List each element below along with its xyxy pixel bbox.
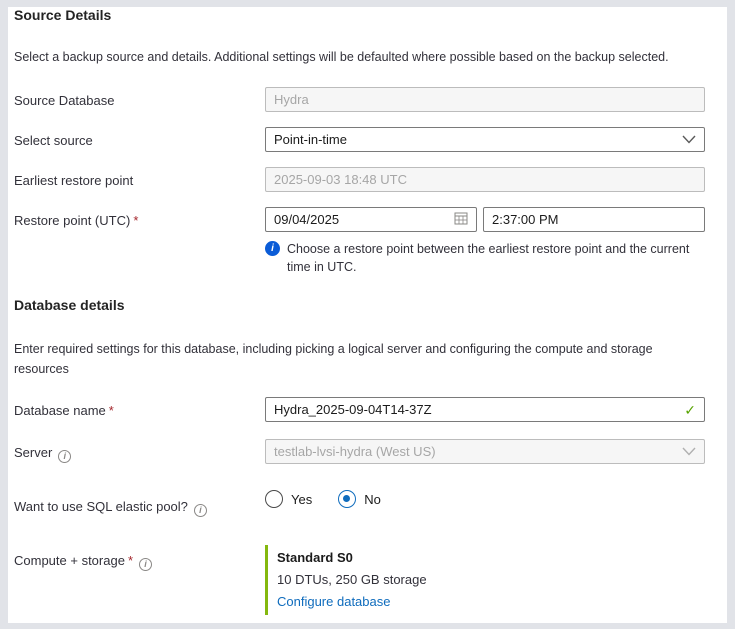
required-asterisk: *	[128, 553, 133, 568]
server-dropdown: testlab-lvsi-hydra (West US)	[265, 439, 705, 464]
database-name-label: Database name*	[14, 403, 114, 418]
chevron-down-icon	[682, 447, 696, 456]
elastic-pool-radio-group: Yes No	[265, 490, 381, 508]
source-database-label: Source Database	[14, 93, 114, 108]
info-icon[interactable]: i	[139, 558, 152, 571]
source-database-field	[265, 87, 705, 112]
info-icon[interactable]: i	[194, 504, 207, 517]
server-label: Serveri	[14, 445, 71, 463]
database-name-input[interactable]	[274, 402, 696, 417]
server-value: testlab-lvsi-hydra (West US)	[274, 444, 436, 459]
elastic-pool-yes-option[interactable]: Yes	[265, 490, 312, 508]
chevron-down-icon	[682, 135, 696, 144]
select-source-value: Point-in-time	[274, 132, 347, 147]
database-details-description: Enter required settings for this databas…	[14, 339, 694, 379]
restore-form-panel: Source Details Select a backup source an…	[8, 7, 727, 623]
restore-date-field[interactable]	[265, 207, 477, 232]
source-database-input	[274, 92, 696, 107]
calendar-icon[interactable]	[454, 211, 468, 228]
restore-time-input[interactable]	[492, 212, 696, 227]
required-asterisk: *	[109, 403, 114, 418]
restore-date-input[interactable]	[274, 212, 454, 227]
compute-spec: 10 DTUs, 250 GB storage	[277, 569, 427, 591]
compute-tier: Standard S0	[277, 547, 427, 569]
elastic-pool-yes-label: Yes	[291, 492, 312, 507]
earliest-restore-point-label: Earliest restore point	[14, 173, 133, 188]
section-heading-source-details: Source Details	[14, 7, 111, 23]
restore-point-info-note: i Choose a restore point between the ear…	[265, 240, 705, 276]
restore-point-label: Restore point (UTC)*	[14, 213, 138, 228]
required-asterisk: *	[133, 213, 138, 228]
source-details-description: Select a backup source and details. Addi…	[14, 47, 714, 67]
radio-unselected-icon[interactable]	[265, 490, 283, 508]
configure-database-link[interactable]: Configure database	[277, 591, 390, 613]
select-source-dropdown[interactable]: Point-in-time	[265, 127, 705, 152]
elastic-pool-no-label: No	[364, 492, 381, 507]
compute-storage-label: Compute + storage*i	[14, 553, 152, 571]
select-source-label: Select source	[14, 133, 93, 148]
elastic-pool-label: Want to use SQL elastic pool?i	[14, 499, 207, 517]
database-name-field[interactable]: ✓	[265, 397, 705, 422]
restore-time-field[interactable]	[483, 207, 705, 232]
radio-selected-icon[interactable]	[338, 490, 356, 508]
compute-storage-summary: Standard S0 10 DTUs, 250 GB storage Conf…	[265, 545, 427, 615]
elastic-pool-no-option[interactable]: No	[338, 490, 381, 508]
valid-check-icon: ✓	[684, 402, 696, 419]
info-icon[interactable]: i	[58, 450, 71, 463]
info-icon: i	[265, 241, 280, 256]
earliest-restore-point-input	[274, 172, 696, 187]
section-heading-database-details: Database details	[14, 297, 125, 313]
earliest-restore-point-field	[265, 167, 705, 192]
restore-point-info-text: Choose a restore point between the earli…	[287, 240, 705, 276]
